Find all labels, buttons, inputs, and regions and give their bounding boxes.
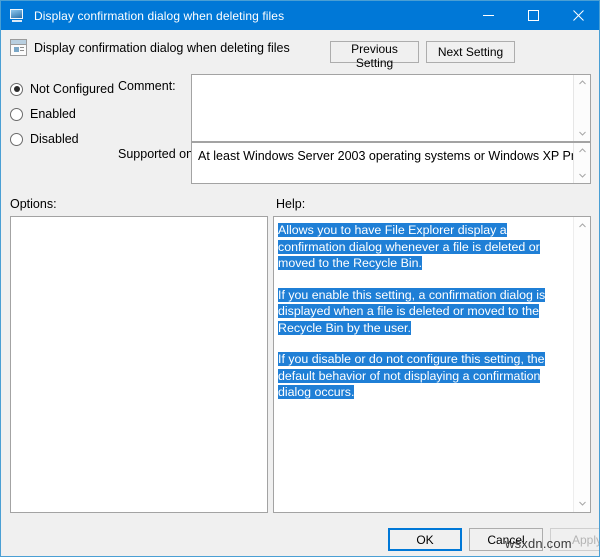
comment-text[interactable] (192, 75, 573, 141)
scroll-down-icon[interactable] (574, 496, 590, 511)
help-paragraph: Allows you to have File Explorer display… (278, 222, 569, 272)
supported-on-scrollbar[interactable] (573, 143, 590, 183)
radio-mark-icon (10, 107, 23, 121)
radio-mark-icon (10, 132, 23, 146)
supported-on-label: Supported on: (118, 147, 197, 161)
next-setting-button[interactable]: Next Setting (426, 41, 515, 63)
title-bar: Display confirmation dialog when deletin… (1, 1, 599, 30)
help-paragraph: If you enable this setting, a confirmati… (278, 287, 569, 337)
radio-disabled-label: Disabled (30, 132, 79, 146)
help-paragraph: If you disable or do not configure this … (278, 351, 569, 401)
scroll-down-icon[interactable] (574, 168, 590, 183)
page-title: Display confirmation dialog when deletin… (34, 41, 290, 55)
help-content[interactable]: Allows you to have File Explorer display… (274, 217, 573, 512)
scroll-up-icon[interactable] (574, 75, 590, 90)
group-policy-setting-dialog: Display confirmation dialog when deletin… (0, 0, 600, 557)
close-button[interactable] (556, 1, 599, 30)
supported-on-field[interactable]: At least Windows Server 2003 operating s… (191, 142, 591, 184)
scroll-up-icon[interactable] (574, 143, 590, 158)
help-paragraph-3-text: If you disable or do not configure this … (278, 352, 545, 399)
radio-not-configured-label: Not Configured (30, 82, 115, 96)
help-paragraph-2-text: If you enable this setting, a confirmati… (278, 287, 546, 335)
maximize-button[interactable] (511, 1, 556, 30)
options-pane[interactable] (10, 216, 268, 513)
options-label: Options: (10, 197, 57, 211)
radio-enabled-label: Enabled (30, 107, 76, 121)
help-scrollbar[interactable] (573, 217, 590, 512)
help-paragraph-1-text: Allows you to have File Explorer display… (278, 223, 540, 270)
comment-label: Comment: (118, 79, 176, 93)
radio-mark-icon (10, 82, 23, 96)
policy-document-icon (10, 39, 27, 56)
options-content (11, 217, 267, 229)
scroll-down-icon[interactable] (574, 126, 590, 141)
help-label: Help: (276, 197, 306, 211)
scroll-up-icon[interactable] (574, 218, 590, 233)
help-pane[interactable]: Allows you to have File Explorer display… (273, 216, 591, 513)
previous-setting-button[interactable]: Previous Setting (330, 41, 419, 70)
comment-field[interactable] (191, 74, 591, 142)
comment-scrollbar[interactable] (573, 75, 590, 141)
supported-on-text: At least Windows Server 2003 operating s… (198, 149, 573, 163)
radio-enabled[interactable]: Enabled (10, 102, 170, 126)
caption-buttons (466, 1, 599, 30)
policy-setting-icon (9, 8, 25, 24)
watermark: wsxdn.com (505, 536, 572, 551)
window-title: Display confirmation dialog when deletin… (34, 8, 285, 23)
minimize-button[interactable] (466, 1, 511, 30)
ok-button[interactable]: OK (388, 528, 462, 551)
